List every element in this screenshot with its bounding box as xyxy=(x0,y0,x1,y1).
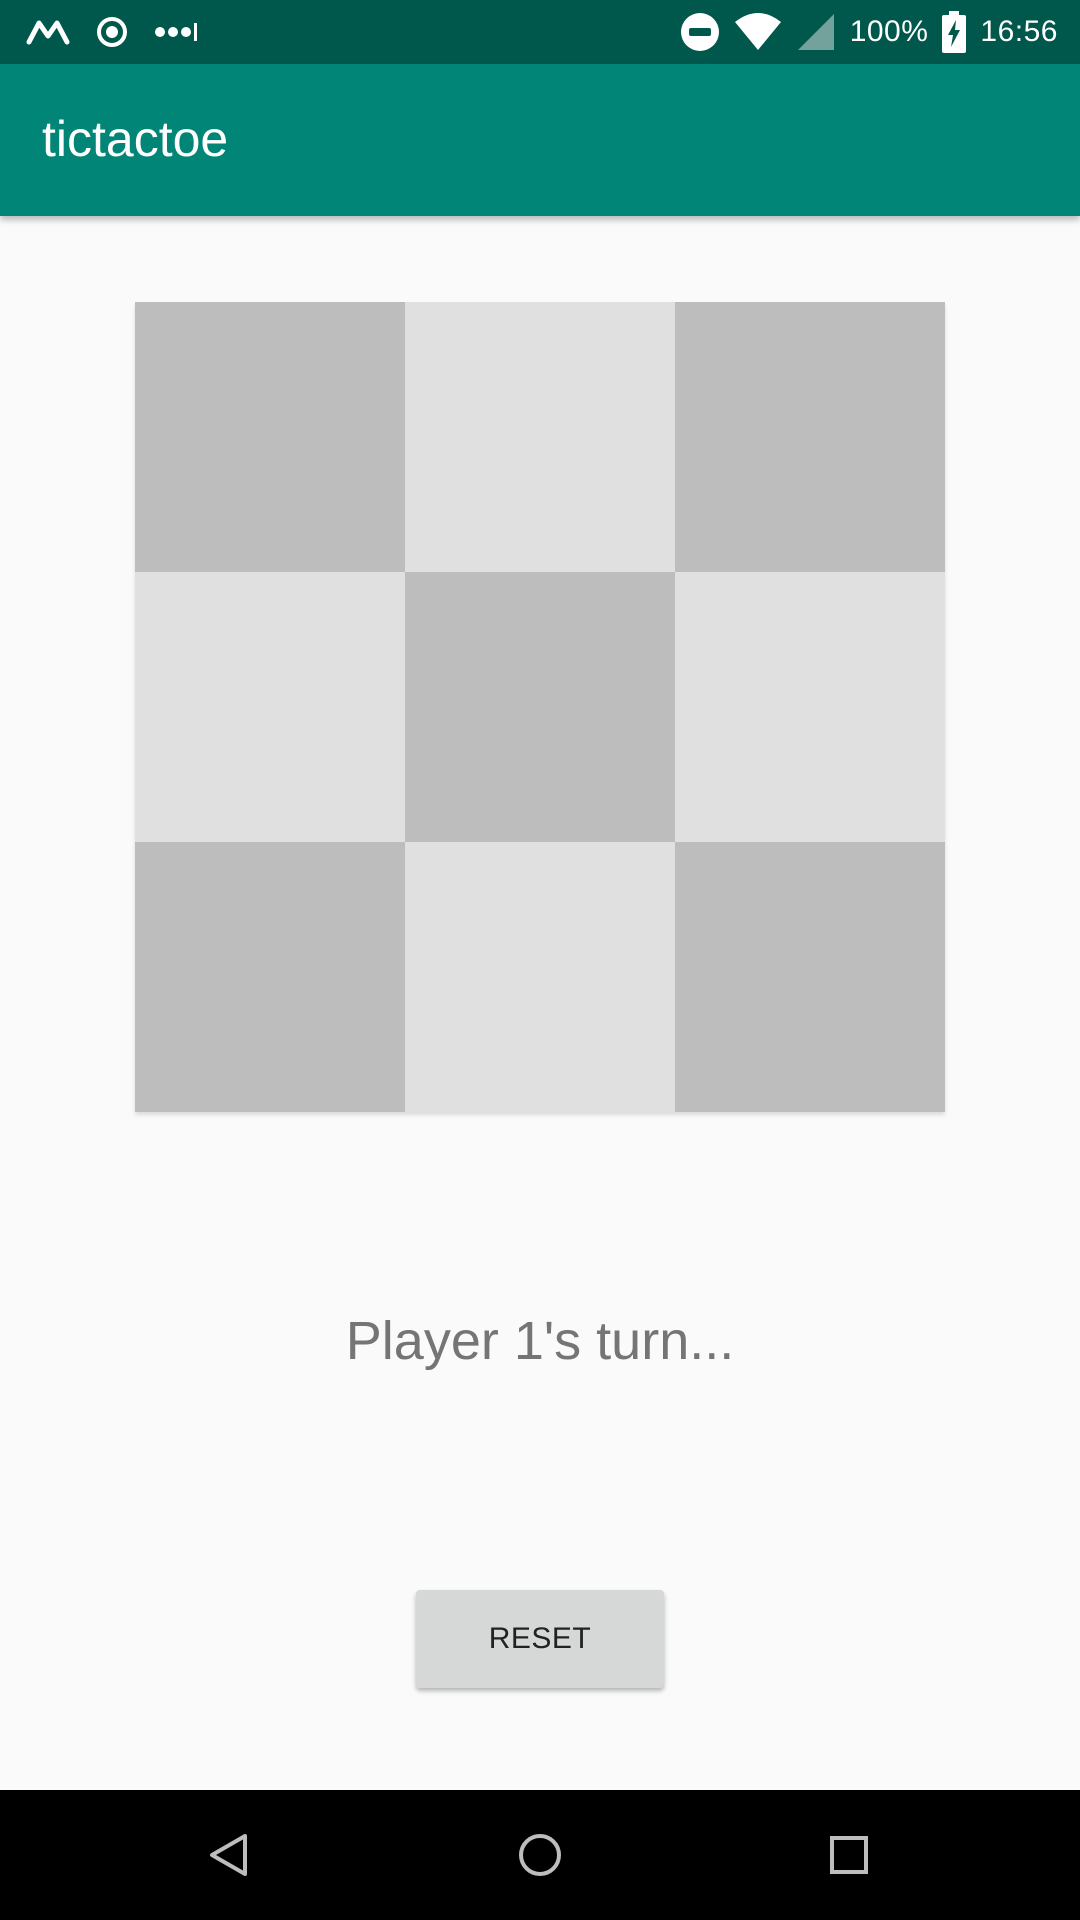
board-cell-9[interactable] xyxy=(675,842,945,1112)
status-bar: 100% 16:56 xyxy=(0,0,1080,64)
clock: 16:56 xyxy=(980,15,1058,48)
do-not-disturb-icon xyxy=(680,12,720,52)
screen: 100% 16:56 tictactoe Player 1's turn... xyxy=(0,0,1080,1920)
app-bar: tictactoe xyxy=(0,64,1080,216)
wifi-icon xyxy=(734,12,782,52)
navigation-bar xyxy=(0,1790,1080,1920)
board-cell-2[interactable] xyxy=(405,302,675,572)
m-notification-icon xyxy=(26,19,70,45)
recents-icon xyxy=(825,1831,873,1879)
back-icon xyxy=(205,1831,253,1879)
recents-button[interactable] xyxy=(816,1822,882,1888)
back-button[interactable] xyxy=(196,1822,262,1888)
board-cell-3[interactable] xyxy=(675,302,945,572)
board-cell-8[interactable] xyxy=(405,842,675,1112)
target-notification-icon xyxy=(96,16,128,48)
home-icon xyxy=(516,1831,564,1879)
board-cell-6[interactable] xyxy=(675,572,945,842)
board-cell-4[interactable] xyxy=(135,572,405,842)
game-board xyxy=(135,302,945,1112)
status-bar-left xyxy=(26,0,202,64)
home-button[interactable] xyxy=(507,1822,573,1888)
battery-percent: 100% xyxy=(849,15,929,48)
more-dots-icon xyxy=(154,20,202,44)
app-title: tictactoe xyxy=(42,111,229,167)
turn-status-text: Player 1's turn... xyxy=(345,1311,735,1371)
board-cell-5[interactable] xyxy=(405,572,675,842)
battery-charging-icon xyxy=(942,11,967,53)
board-cell-1[interactable] xyxy=(135,302,405,572)
board-cell-7[interactable] xyxy=(135,842,405,1112)
reset-button[interactable]: RESET xyxy=(416,1590,664,1688)
status-bar-right: 100% 16:56 xyxy=(680,0,1058,64)
cell-signal-icon xyxy=(796,12,836,52)
